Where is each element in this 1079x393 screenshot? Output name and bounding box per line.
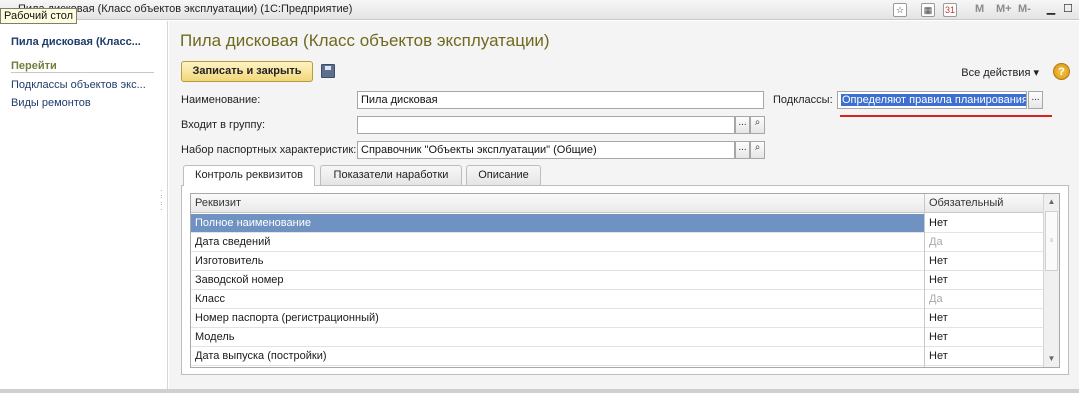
tab-panel: Реквизит Обязательный Полное наименовани… — [181, 185, 1069, 375]
save-icon[interactable] — [321, 64, 335, 78]
cell-required-value[interactable]: Нет — [929, 328, 948, 346]
cell-required-value[interactable]: Да — [929, 290, 943, 308]
cell-attribute-name: Модель — [195, 331, 235, 343]
table-row[interactable]: Класс Да — [191, 290, 1044, 309]
page-title: Пила дисковая (Класс объектов эксплуатац… — [180, 31, 550, 50]
minimize-icon[interactable]: ▁ — [1044, 2, 1058, 16]
tab-operating-indicators[interactable]: Показатели наработки — [320, 165, 462, 185]
help-icon[interactable]: ? — [1053, 63, 1070, 80]
scroll-thumb[interactable]: ≡ — [1045, 211, 1058, 271]
cell-required-value[interactable]: Нет — [929, 214, 948, 232]
table-header: Реквизит Обязательный — [191, 194, 1044, 213]
cell-attribute-name: Класс — [195, 293, 225, 305]
name-field[interactable]: Пила дисковая — [357, 91, 764, 109]
memory-m-button[interactable]: M — [975, 3, 984, 15]
red-underline — [840, 115, 1052, 117]
cell-required-value[interactable]: Нет — [929, 347, 948, 365]
passport-set-search-icon[interactable]: ⌕ — [750, 141, 765, 159]
cell-attribute-name: Заводской номер — [195, 274, 284, 286]
nav-section-title: Перейти — [11, 60, 57, 72]
memory-plus-button[interactable]: M+ — [996, 3, 1012, 15]
window-title-bar: Пила дисковая (Класс объектов эксплуатац… — [0, 0, 1079, 20]
scroll-up-icon[interactable]: ▲ — [1044, 194, 1059, 210]
cell-required-value[interactable]: Нет — [929, 309, 948, 327]
panel-splitter-handle[interactable]: ⁚ ⁚ ⁚ — [160, 190, 164, 218]
memory-minus-button[interactable]: M- — [1018, 3, 1031, 15]
table-row[interactable]: Полное наименование Нет — [191, 214, 1044, 233]
nav-link-subclasses[interactable]: Подклассы объектов экс... — [11, 79, 146, 91]
tab-attribute-control[interactable]: Контроль реквизитов — [183, 165, 315, 186]
passport-set-field[interactable]: Справочник "Объекты эксплуатации" (Общие… — [357, 141, 735, 159]
form-area: Пила дисковая (Класс объектов эксплуатац… — [169, 21, 1079, 389]
name-label: Наименование: — [181, 94, 261, 106]
cell-required-value[interactable]: Нет — [929, 271, 948, 289]
column-header-required[interactable]: Обязательный — [925, 194, 1003, 213]
divider — [11, 72, 154, 73]
cell-attribute-name: Изготовитель — [195, 255, 264, 267]
column-header-attribute[interactable]: Реквизит — [191, 194, 241, 213]
group-field[interactable] — [357, 116, 735, 134]
tab-description[interactable]: Описание — [466, 165, 541, 185]
table-row[interactable]: Дата сведений Да — [191, 233, 1044, 252]
cell-attribute-name: Номер паспорта (регистрационный) — [195, 312, 379, 324]
group-label: Входит в группу: — [181, 119, 265, 131]
table-row[interactable]: Изготовитель Нет — [191, 252, 1044, 271]
subclasses-select-button[interactable]: ... — [1028, 91, 1043, 109]
cell-attribute-name: Дата выпуска (постройки) — [195, 350, 327, 362]
table-row[interactable]: Модель Нет — [191, 328, 1044, 347]
table-row[interactable]: Номер паспорта (регистрационный) Нет — [191, 309, 1044, 328]
calendar-icon[interactable]: 31 — [943, 3, 957, 17]
nav-link-repair-types[interactable]: Виды ремонтов — [11, 97, 91, 109]
save-and-close-button[interactable]: Записать и закрыть — [181, 61, 313, 82]
navigation-panel: Пила дисковая (Класс... Перейти Подкласс… — [0, 21, 168, 389]
favorites-icon[interactable]: ☆ — [893, 3, 907, 17]
table-row[interactable]: Заводской номер Нет — [191, 271, 1044, 290]
maximize-icon[interactable]: ☐ — [1061, 2, 1075, 16]
cell-required-value[interactable]: Да — [929, 233, 943, 251]
attributes-table[interactable]: Реквизит Обязательный Полное наименовани… — [190, 193, 1060, 368]
group-search-icon[interactable]: ⌕ — [750, 116, 765, 134]
all-actions-menu[interactable]: Все действия ▾ — [961, 66, 1039, 79]
cell-attribute-name: Полное наименование — [195, 217, 311, 229]
nav-current-item[interactable]: Пила дисковая (Класс... — [11, 36, 141, 48]
column-divider — [924, 194, 925, 367]
group-select-button[interactable]: ... — [735, 116, 750, 134]
table-row[interactable]: Дата выпуска (постройки) Нет — [191, 347, 1044, 366]
scroll-down-icon[interactable]: ▼ — [1044, 351, 1059, 367]
status-bar — [0, 389, 1079, 393]
desktop-tooltip: Рабочий стол — [0, 8, 78, 24]
subclasses-field[interactable]: Определяют правила планирования — [837, 91, 1027, 109]
cell-required-value[interactable]: Нет — [929, 252, 948, 270]
subclasses-value: Определяют правила планирования — [841, 94, 1027, 106]
subclasses-label: Подклассы: — [773, 94, 833, 106]
passport-set-label: Набор паспортных характеристик: — [181, 144, 357, 156]
table-scrollbar[interactable]: ▲ ≡ ▼ — [1043, 194, 1059, 367]
cell-attribute-name: Дата сведений — [195, 236, 271, 248]
calculator-icon[interactable]: ▦ — [921, 3, 935, 17]
passport-set-select-button[interactable]: ... — [735, 141, 750, 159]
